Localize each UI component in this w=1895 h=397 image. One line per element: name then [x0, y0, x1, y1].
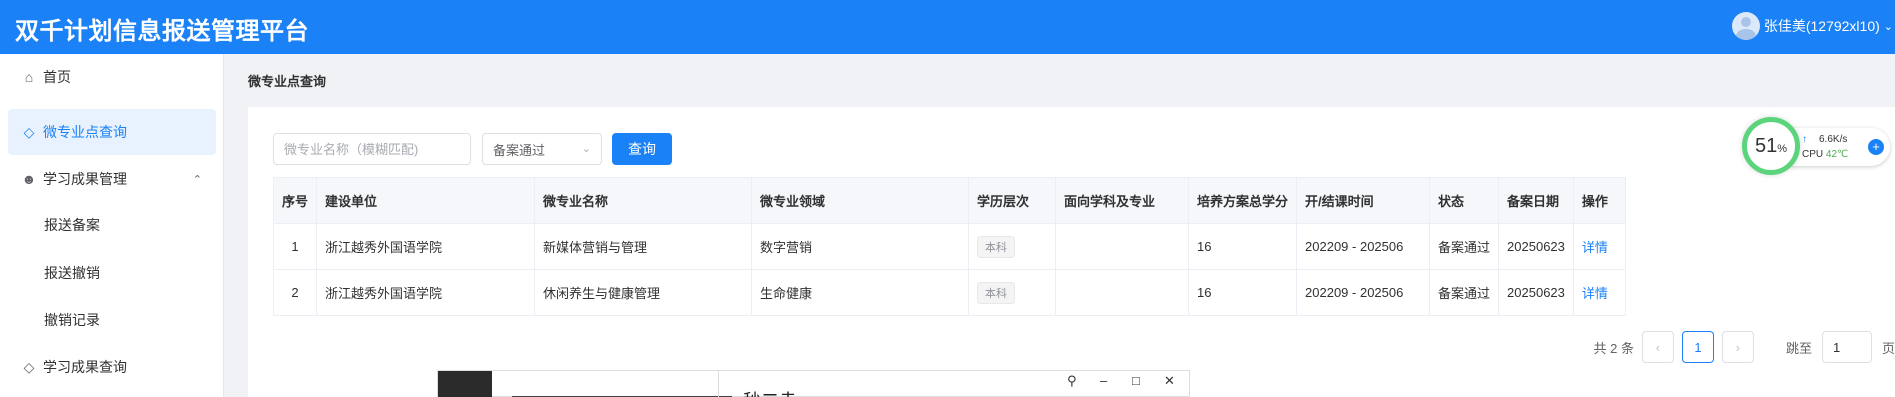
column-header: 面向学科及专业 — [1055, 177, 1190, 224]
layers-icon: ◇ — [23, 123, 35, 140]
table-row: 1 浙江越秀外国语学院 新媒体营销与管理 数字营销 本科 16 202209 -… — [272, 223, 1626, 270]
cell-date: 20250623 — [1498, 223, 1574, 270]
minimize-icon[interactable]: – — [1100, 373, 1107, 388]
next-page-button[interactable]: › — [1721, 331, 1754, 363]
sidebar-item-submit-revoke[interactable]: 报送撤销 — [8, 250, 216, 296]
avatar-icon — [1731, 12, 1760, 40]
page-button-current[interactable]: 1 — [1681, 331, 1714, 363]
sidebar-item-learning-results-management[interactable]: ☻ 学习成果管理 ⌃ — [8, 156, 216, 202]
cell-action: 详情 — [1572, 269, 1626, 316]
column-header: 微专业名称 — [534, 177, 753, 224]
user-menu[interactable]: 张佳美(12792xl10) ⌄ — [1731, 12, 1895, 40]
search-input[interactable] — [273, 133, 471, 165]
cell-field: 生命健康 — [751, 269, 970, 316]
app-header: 双千计划信息报送管理平台 张佳美(12792xl10) ⌄ — [0, 0, 1895, 54]
cell-action: 详情 — [1572, 223, 1626, 270]
chevron-up-icon: ⌃ — [192, 173, 202, 186]
level-tag: 本科 — [977, 235, 1016, 258]
layers-icon: ◇ — [23, 358, 35, 375]
cell-status: 备案通过 — [1429, 269, 1500, 316]
column-header: 操作 — [1572, 177, 1626, 224]
close-icon[interactable]: ✕ — [1164, 373, 1175, 389]
column-header: 微专业领域 — [751, 177, 970, 224]
column-header: 序号 — [272, 177, 318, 224]
overlay-divider — [718, 371, 719, 397]
jump-page-input[interactable]: 1 — [1821, 331, 1872, 363]
sidebar-item-home[interactable]: ⌂ 首页 — [8, 54, 216, 100]
chevron-down-icon: ⌄ — [581, 143, 591, 155]
cell-date: 20250623 — [1498, 269, 1574, 316]
sidebar-item-label: 学习成果管理 — [43, 171, 127, 187]
status-select[interactable]: 备案通过 ⌄ — [482, 133, 602, 165]
sidebar-item-revoke-records[interactable]: 撤销记录 — [8, 297, 216, 343]
main-card: 备案通过 ⌄ 查询 序号 建设单位 微专业名称 微专业领域 学历层次 面向学科及… — [248, 107, 1895, 397]
sidebar-item-submit-filing[interactable]: 报送备案 — [8, 202, 216, 248]
overlay-window: 秒二赤 ⚲ – □ ✕ — [437, 370, 1190, 397]
app-title: 双千计划信息报送管理平台 — [15, 18, 309, 45]
cell-unit: 浙江越秀外国语学院 — [316, 269, 536, 316]
detail-link[interactable]: 详情 — [1582, 286, 1608, 301]
table-header-row: 序号 建设单位 微专业名称 微专业领域 学历层次 面向学科及专业 培养方案总学分… — [272, 177, 1626, 224]
sidebar: ⌂ 首页 ◇ 微专业点查询 ☻ 学习成果管理 ⌃ 报送备案 报送撤销 撤销记录 … — [0, 54, 224, 397]
column-header: 培养方案总学分 — [1188, 177, 1298, 224]
arrow-up-icon: ↑ — [1802, 134, 1807, 145]
home-icon: ⌂ — [24, 69, 34, 85]
sidebar-item-label: 报送撤销 — [44, 265, 100, 281]
cell-period: 202209 - 202506 — [1296, 223, 1431, 270]
user-name: 张佳美(12792xl10) — [1763, 18, 1880, 34]
cell-index: 2 — [272, 269, 318, 316]
maximize-icon[interactable]: □ — [1132, 373, 1140, 388]
sidebar-item-micro-major-query[interactable]: ◇ 微专业点查询 — [8, 109, 216, 155]
cell-credits: 16 — [1188, 223, 1298, 270]
pin-icon[interactable]: ⚲ — [1067, 373, 1077, 389]
net-speed: ↑ 6.6K/s — [1802, 134, 1848, 145]
cell-field: 数字营销 — [751, 223, 970, 270]
cell-discipline — [1055, 223, 1190, 270]
overlay-title: 秒二赤 — [743, 387, 797, 397]
cell-period: 202209 - 202506 — [1296, 269, 1431, 316]
detail-link[interactable]: 详情 — [1582, 240, 1608, 255]
cell-credits: 16 — [1188, 269, 1298, 316]
column-header: 状态 — [1429, 177, 1500, 224]
status-select-value: 备案通过 — [493, 142, 546, 158]
perf-panel: ↑ 6.6K/s CPU 42℃ + — [1790, 128, 1890, 166]
column-header: 建设单位 — [316, 177, 536, 224]
pagination: 共 2 条 ‹ 1 › 跳至 1 页 — [1594, 331, 1895, 363]
pagination-total: 共 2 条 — [1593, 340, 1634, 356]
user-group-icon: ☻ — [21, 171, 37, 187]
perf-widget[interactable]: ↑ 6.6K/s CPU 42℃ + 51% — [1742, 117, 1895, 175]
sidebar-item-label: 报送备案 — [44, 217, 100, 233]
cell-unit: 浙江越秀外国语学院 — [316, 223, 536, 270]
plus-icon[interactable]: + — [1868, 139, 1884, 155]
sidebar-item-label: 撤销记录 — [44, 312, 100, 328]
sidebar-item-label: 微专业点查询 — [43, 124, 127, 140]
page-unit-label: 页 — [1881, 340, 1895, 356]
page-title: 微专业点查询 — [248, 74, 327, 89]
level-tag: 本科 — [977, 281, 1016, 304]
cell-level: 本科 — [968, 223, 1057, 270]
cell-name: 新媒体营销与管理 — [534, 223, 753, 270]
column-header: 开/结课时间 — [1296, 177, 1431, 224]
table-row: 2 浙江越秀外国语学院 休闲养生与健康管理 生命健康 本科 16 202209 … — [272, 269, 1626, 316]
column-header: 学历层次 — [968, 177, 1057, 224]
results-table: 序号 建设单位 微专业名称 微专业领域 学历层次 面向学科及专业 培养方案总学分… — [272, 177, 1626, 316]
jump-label: 跳至 — [1785, 340, 1812, 356]
cell-level: 本科 — [968, 269, 1057, 316]
cell-name: 休闲养生与健康管理 — [534, 269, 753, 316]
sidebar-item-label: 学习成果查询 — [43, 359, 127, 375]
cell-index: 1 — [272, 223, 318, 270]
chevron-down-icon: ⌄ — [1883, 20, 1893, 33]
cpu-readout: CPU 42℃ — [1802, 149, 1849, 160]
sidebar-item-label: 首页 — [43, 69, 71, 85]
column-header: 备案日期 — [1498, 177, 1574, 224]
overlay-dark-panel — [438, 371, 492, 397]
query-button[interactable]: 查询 — [612, 133, 672, 165]
cell-discipline — [1055, 269, 1190, 316]
cell-status: 备案通过 — [1429, 223, 1500, 270]
prev-page-button[interactable]: ‹ — [1641, 331, 1674, 363]
sidebar-item-learning-results-query[interactable]: ◇ 学习成果查询 — [8, 344, 216, 390]
memory-ring: 51% — [1742, 117, 1800, 175]
